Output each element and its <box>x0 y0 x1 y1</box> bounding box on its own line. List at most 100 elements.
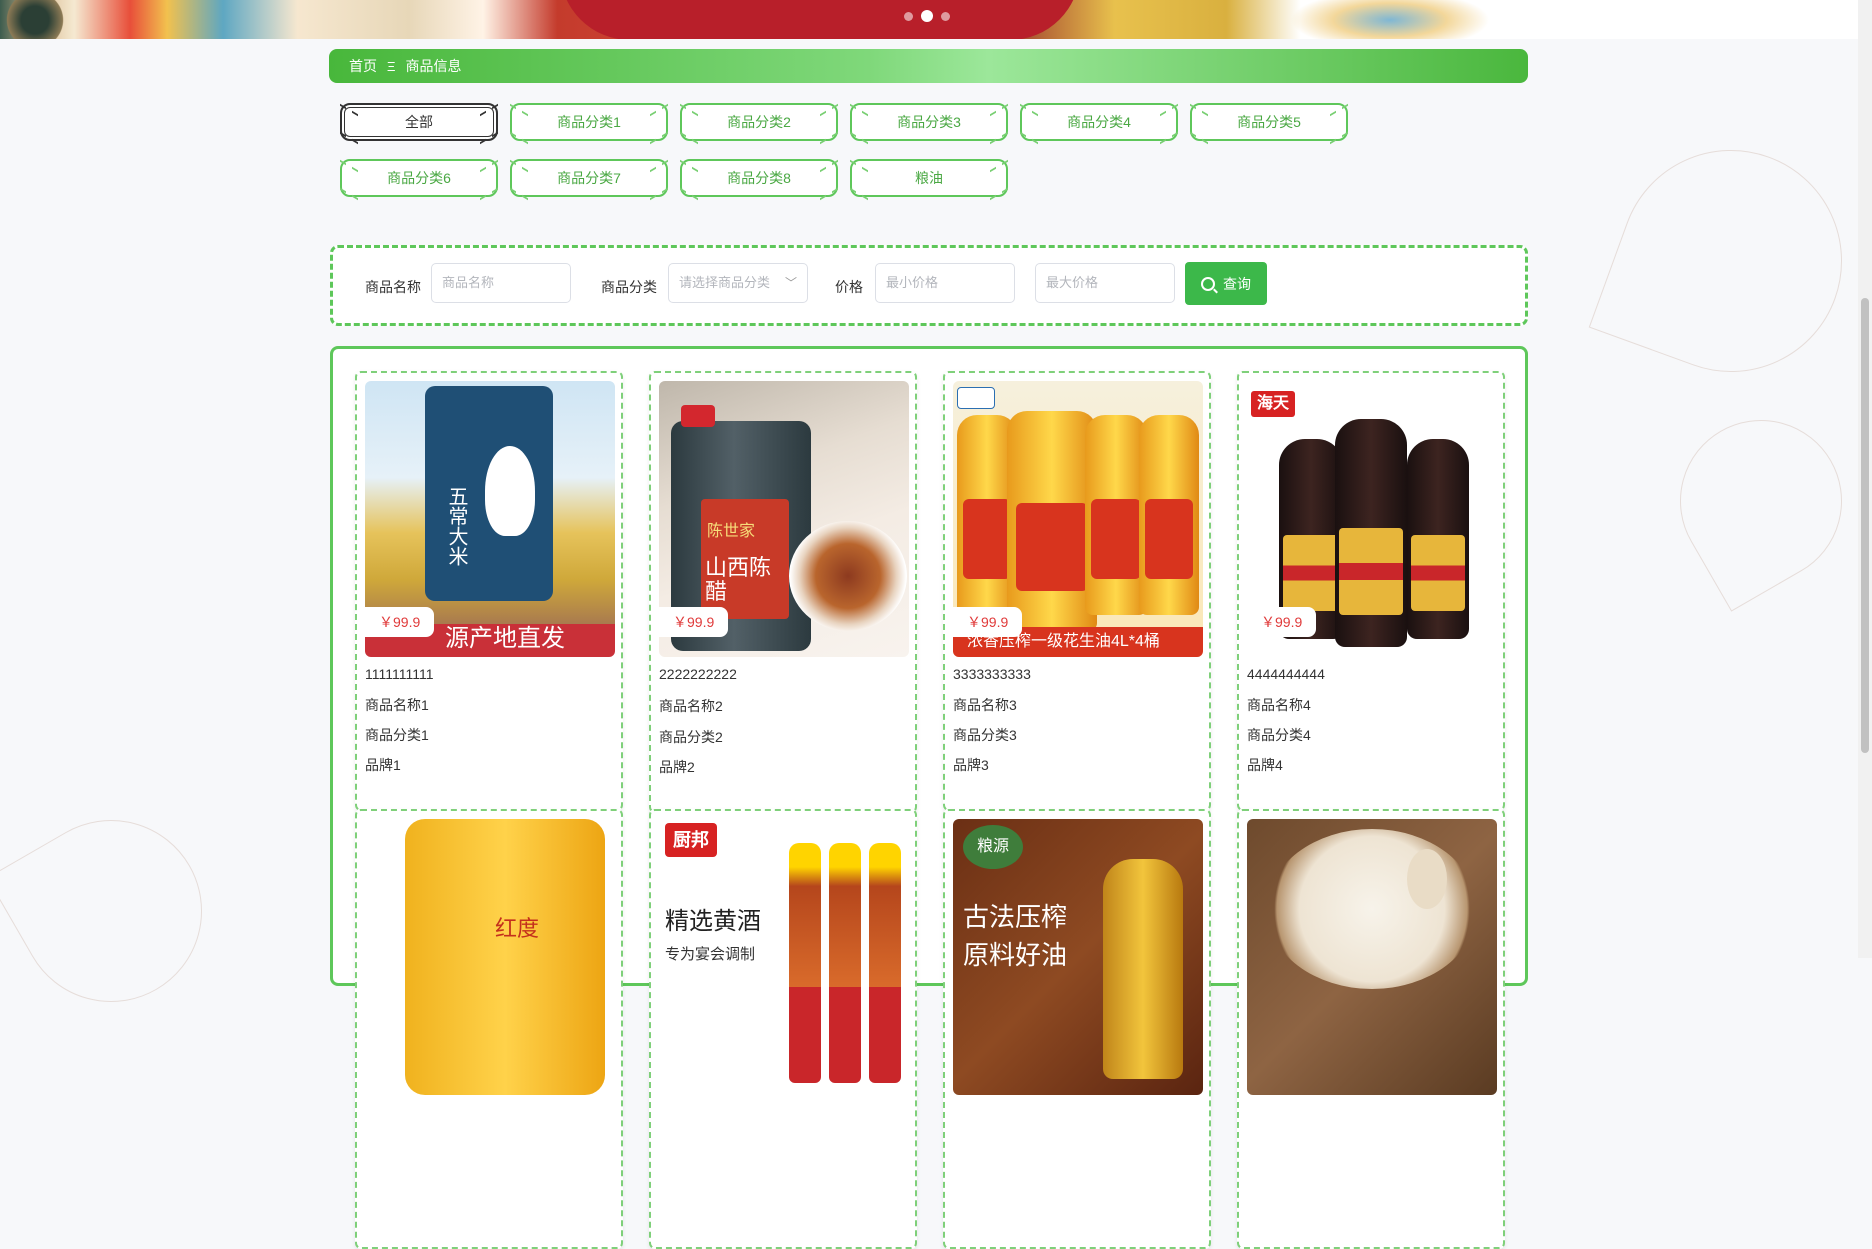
bottle-label <box>1145 499 1193 579</box>
scoop-graphic <box>1407 849 1447 909</box>
brand-logo <box>957 387 995 409</box>
bottle-label <box>1016 503 1088 592</box>
wine-bottle-graphic <box>829 843 861 1083</box>
product-brand: 品牌1 <box>365 757 401 773</box>
category-button[interactable]: 商品分类5 <box>1190 103 1348 141</box>
category-button[interactable]: 商品分类4 <box>1020 103 1178 141</box>
product-card[interactable]: 浓香压榨一级花生油4L*4桶 ￥99.9 3333333333 商品名称3 商品… <box>943 371 1211 811</box>
brand-logo: 粮源 <box>963 825 1023 869</box>
jug-cap <box>681 405 715 427</box>
search-button-label: 查询 <box>1223 275 1251 292</box>
carousel-dot[interactable] <box>904 11 913 21</box>
product-image-text: 陈世家 <box>707 521 756 540</box>
carousel-dot[interactable] <box>941 11 950 21</box>
product-card[interactable]: 红度 <box>355 809 623 1249</box>
product-image-text: 红度 <box>495 916 540 941</box>
product-brand: 品牌4 <box>1247 757 1283 773</box>
product-image-text: 古法压榨 <box>963 903 1068 933</box>
product-title: 2222222222 <box>659 666 737 682</box>
price-label: 价格 <box>835 279 863 295</box>
price-tag: ￥99.9 <box>659 607 729 637</box>
product-image-text: 原料好油 <box>963 941 1068 971</box>
bottle-label <box>1339 528 1403 616</box>
carousel-indicators <box>904 10 950 22</box>
product-category-label: 商品分类 <box>601 279 657 295</box>
category-button[interactable]: 商品分类7 <box>510 159 668 197</box>
category-label: 商品分类7 <box>557 170 621 186</box>
product-card[interactable]: 陈世家 山西陈醋 ￥99.9 2222222222 商品名称2 商品分类2 品牌… <box>649 371 917 813</box>
search-panel: 商品名称 商品名称 商品分类 请选择商品分类 ﹀ 价格 最小价格 最大价格 查询 <box>330 245 1528 326</box>
oil-bottle-graphic <box>1007 411 1097 631</box>
rice-bag-graphic: 红度 <box>405 819 605 1095</box>
product-image[interactable]: 粮源 古法压榨 原料好油 <box>953 819 1203 1095</box>
product-image-text: 山西陈醋 <box>705 557 789 605</box>
search-button[interactable]: 查询 <box>1185 262 1267 305</box>
product-card[interactable] <box>1237 809 1505 1249</box>
rice-bag-graphic: 五常大米 <box>425 386 553 601</box>
carousel-dot-active[interactable] <box>921 10 933 22</box>
oil-bottle-graphic <box>1139 415 1199 615</box>
product-image[interactable]: 厨邦 精选黄酒 专为宴会调制 <box>659 819 909 1095</box>
category-button[interactable]: 商品分类6 <box>340 159 498 197</box>
max-price-input[interactable]: 最大价格 <box>1035 263 1175 303</box>
oil-bottle-graphic <box>1103 859 1183 1079</box>
product-card[interactable]: 厨邦 精选黄酒 专为宴会调制 <box>649 809 917 1249</box>
banner-decoration <box>560 0 1080 39</box>
breadcrumb-current: 商品信息 <box>405 58 462 74</box>
product-name: 商品名称1 <box>365 697 429 713</box>
category-label: 商品分类8 <box>727 170 791 186</box>
brand-logo: 厨邦 <box>665 823 717 857</box>
category-button[interactable]: 粮油 <box>850 159 1008 197</box>
product-title: 3333333333 <box>953 666 1031 682</box>
product-brand: 品牌2 <box>659 759 695 775</box>
bottle-label <box>963 499 1011 579</box>
top-banner-carousel[interactable] <box>0 0 1858 39</box>
product-name: 商品名称4 <box>1247 697 1311 713</box>
product-category-select[interactable]: 请选择商品分类 ﹀ <box>668 263 808 303</box>
wine-bottle-graphic <box>789 843 821 1083</box>
banner-decoration <box>0 0 70 39</box>
oil-bottle-graphic <box>1085 415 1147 615</box>
product-card[interactable]: 粮源 古法压榨 原料好油 <box>943 809 1211 1249</box>
product-category: 商品分类4 <box>1247 727 1311 743</box>
min-price-input[interactable]: 最小价格 <box>875 263 1015 303</box>
product-image[interactable]: 红度 <box>365 819 615 1095</box>
banner-decoration <box>1290 0 1490 39</box>
product-image[interactable] <box>1247 819 1497 1095</box>
crane-graphic <box>485 446 535 536</box>
category-label: 商品分类3 <box>897 114 961 130</box>
category-button[interactable]: 商品分类1 <box>510 103 668 141</box>
background-flower-decoration <box>1650 390 1872 612</box>
product-name: 商品名称2 <box>659 698 723 714</box>
category-label: 商品分类1 <box>557 114 621 130</box>
soy-sauce-bottle-graphic <box>1407 439 1469 639</box>
product-name: 商品名称3 <box>953 697 1017 713</box>
product-card[interactable]: 海天 ￥99.9 4444444444 商品名称4 商品分类4 品牌4 <box>1237 371 1505 811</box>
price-tag: ￥99.9 <box>953 607 1023 637</box>
breadcrumb: 首页 Ξ 商品信息 <box>329 49 1528 83</box>
product-name-label: 商品名称 <box>365 279 421 295</box>
category-button[interactable]: 商品分类2 <box>680 103 838 141</box>
breadcrumb-home-link[interactable]: 首页 <box>349 56 377 76</box>
category-all-button[interactable]: 全部 <box>340 103 498 141</box>
product-image-text: 专为宴会调制 <box>665 946 756 963</box>
wine-bottle-graphic <box>869 843 901 1083</box>
category-label: 全部 <box>405 114 433 130</box>
chevron-down-icon: ﹀ <box>784 276 797 290</box>
bowl-graphic <box>789 521 907 631</box>
soy-sauce-bottle-graphic <box>1335 419 1407 647</box>
product-title: 1111111111 <box>365 666 434 682</box>
product-name-input[interactable]: 商品名称 <box>431 263 571 303</box>
category-label: 商品分类6 <box>387 170 451 186</box>
product-brand: 品牌3 <box>953 757 989 773</box>
bottle-label <box>1091 499 1141 579</box>
brand-logo: 海天 <box>1251 391 1295 417</box>
bottle-label <box>1410 535 1466 611</box>
category-button[interactable]: 商品分类3 <box>850 103 1008 141</box>
page-scrollbar[interactable] <box>1858 0 1872 958</box>
category-button[interactable]: 商品分类8 <box>680 159 838 197</box>
product-title: 4444444444 <box>1247 666 1325 682</box>
product-card[interactable]: 五常大米 源产地直发 ￥99.9 1111111111 商品名称1 商品分类1 … <box>355 371 623 811</box>
price-tag: ￥99.9 <box>365 607 435 637</box>
scrollbar-thumb[interactable] <box>1861 298 1869 753</box>
